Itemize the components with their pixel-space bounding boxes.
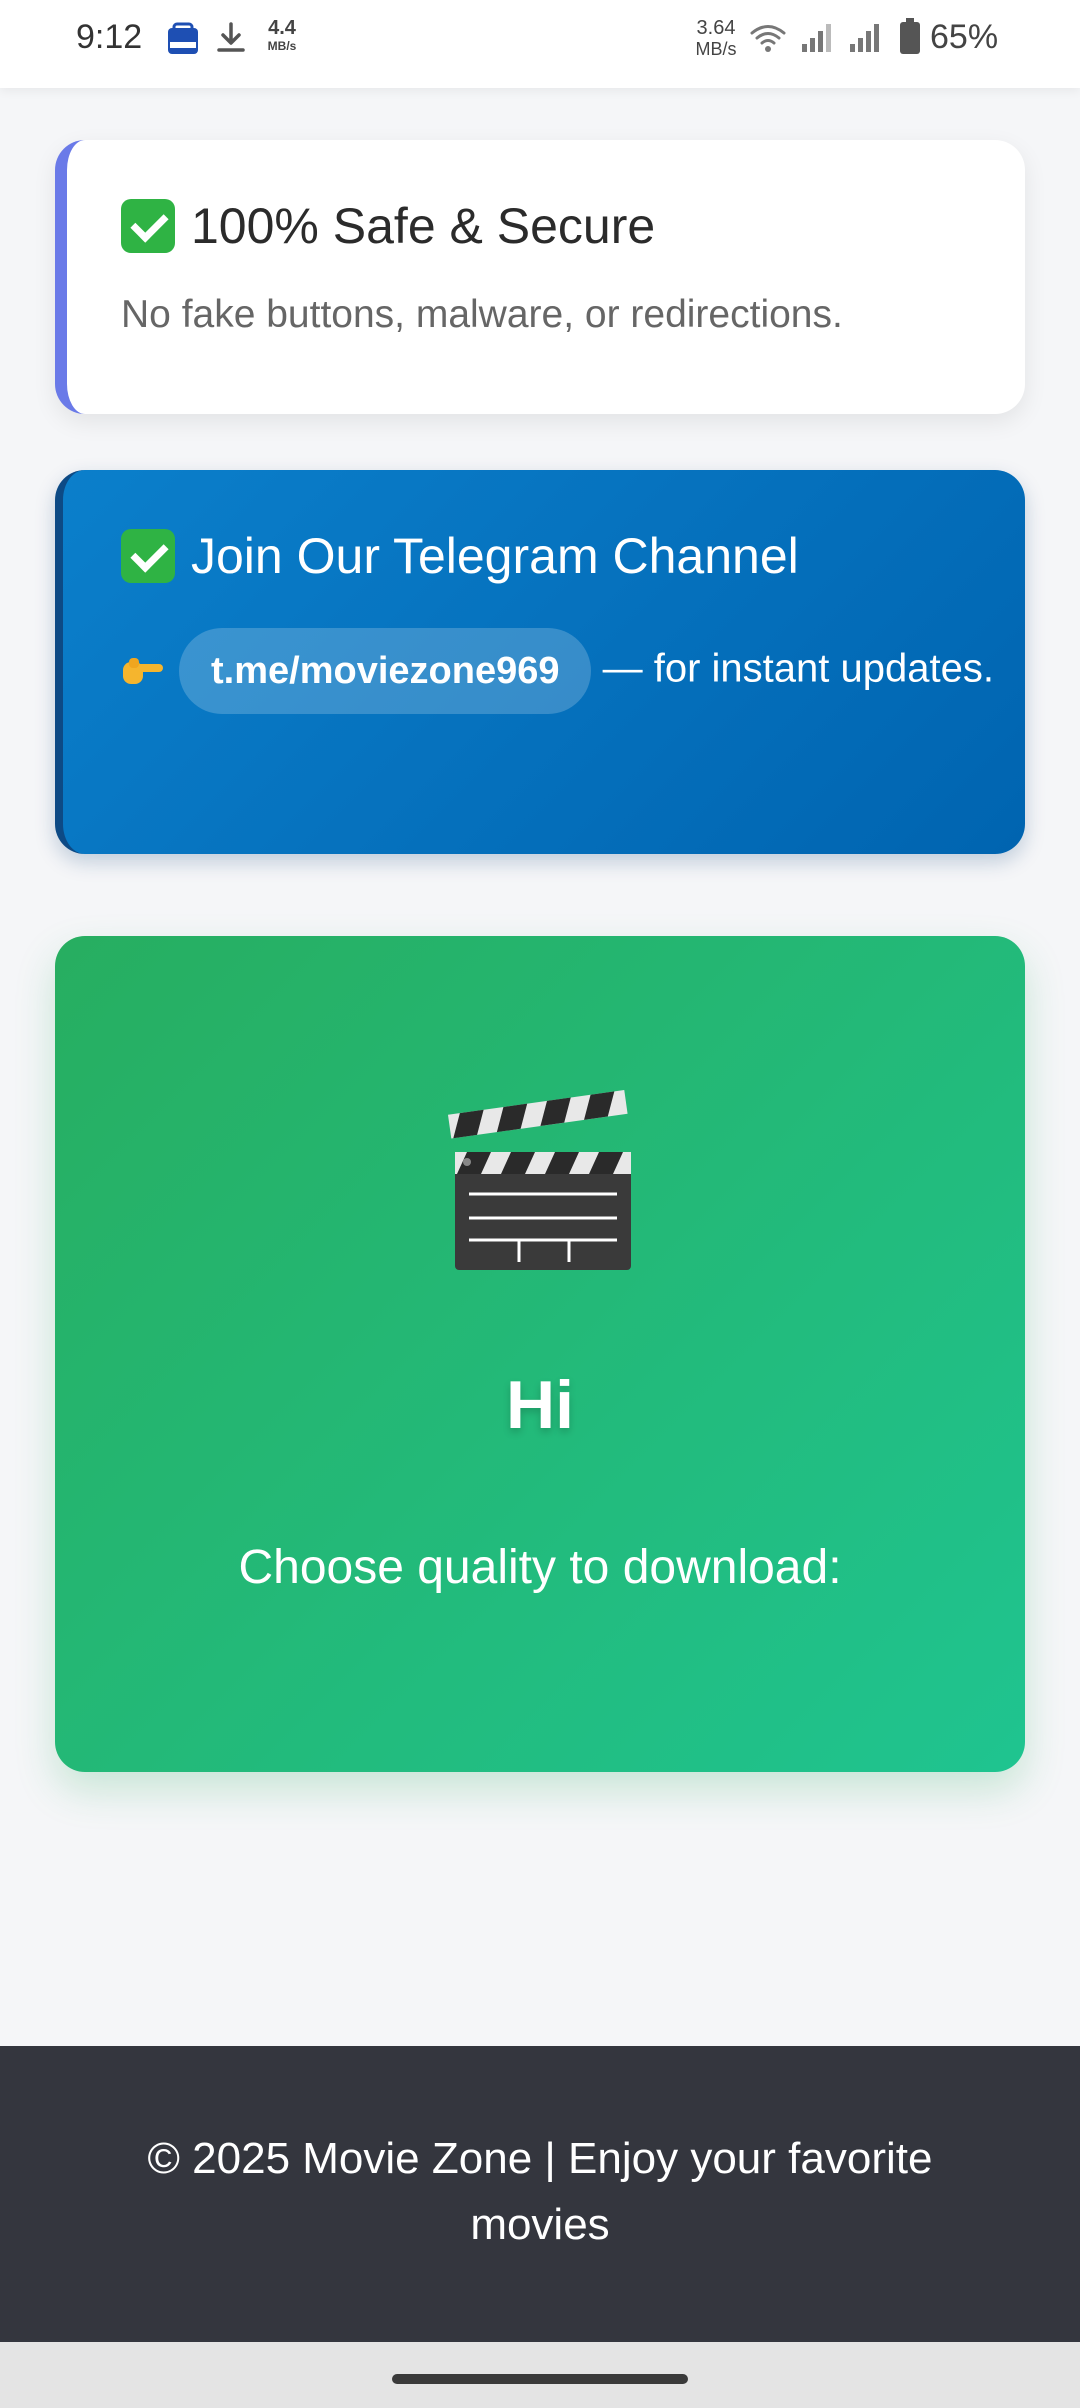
clapper-board-icon	[447, 1089, 631, 1270]
card-title: Join Our Telegram Channel	[121, 526, 1025, 586]
battery-icon	[900, 18, 920, 54]
download-card: Hi Choose quality to download:	[55, 936, 1025, 1772]
card-title-text: 100% Safe & Secure	[191, 198, 656, 254]
card-title-text: Join Our Telegram Channel	[191, 528, 799, 584]
wifi-icon	[750, 25, 786, 52]
signal-icon	[850, 24, 879, 52]
page-footer: © 2025 Movie Zone | Enjoy your favorite …	[0, 2046, 1080, 2342]
greeting-heading: Hi	[506, 1367, 574, 1443]
speed-unit: MB/s	[695, 39, 737, 59]
speed-unit: MB/s	[267, 39, 297, 53]
home-gesture-handle[interactable]	[392, 2374, 688, 2384]
telegram-suffix: — for instant updates.	[591, 646, 994, 691]
check-mark-icon	[121, 199, 175, 253]
check-mark-icon	[121, 529, 175, 583]
system-navigation-bar	[0, 2342, 1080, 2408]
card-title: 100% Safe & Secure	[121, 196, 1025, 256]
download-icon	[217, 22, 245, 52]
quality-prompt: Choose quality to download:	[238, 1541, 842, 1594]
pointing-hand-icon	[123, 658, 163, 684]
network-speed-up: 3.64 MB/s	[688, 18, 744, 58]
speed-value: 4.4	[268, 17, 296, 39]
status-bar: 9:12 4.4 MB/s 3.64 MB/s 65%	[0, 0, 1080, 88]
battery-percent: 65%	[930, 18, 999, 56]
speed-value: 3.64	[696, 17, 736, 39]
telegram-card: Join Our Telegram Channel t.me/moviezone…	[55, 470, 1025, 854]
card-description: No fake buttons, malware, or redirection…	[121, 293, 843, 336]
telegram-description: t.me/moviezone969 — for instant updates.	[121, 628, 1001, 714]
store-notification-icon	[168, 22, 198, 54]
telegram-link[interactable]: t.me/moviezone969	[179, 628, 592, 714]
status-time: 9:12	[76, 18, 143, 56]
signal-icon	[802, 24, 831, 52]
network-speed-down: 4.4 MB/s	[262, 18, 302, 52]
footer-text: © 2025 Movie Zone | Enjoy your favorite …	[147, 2134, 933, 2249]
safe-secure-card: 100% Safe & Secure No fake buttons, malw…	[55, 140, 1025, 414]
